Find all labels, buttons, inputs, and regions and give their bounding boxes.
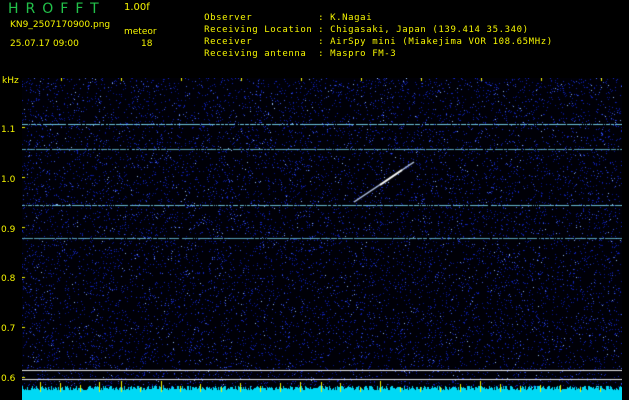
y-tick-label: 0.6 bbox=[1, 374, 16, 384]
y-tick-label: 1.0 bbox=[1, 175, 16, 185]
spectrogram-window: HROFFT 1.00f KN9_2507170900.png meteor 2… bbox=[0, 0, 629, 400]
file-name: KN9_2507170900.png bbox=[10, 20, 111, 30]
y-axis-unit: kHz bbox=[2, 76, 19, 86]
y-tick-label: 0.8 bbox=[1, 274, 16, 284]
y-tick-label: 0.9 bbox=[1, 225, 16, 235]
datetime: 25.07.17 09:00 bbox=[10, 39, 79, 49]
meteor-count: 18 bbox=[141, 39, 153, 49]
spectrogram-canvas bbox=[22, 78, 622, 400]
info-label: Receiving antenna bbox=[204, 49, 307, 59]
y-tick-label: 0.7 bbox=[1, 324, 16, 334]
y-tick-label: 1.1 bbox=[1, 125, 16, 135]
app-brand: HROFFT bbox=[8, 1, 106, 17]
info-antenna: Receiving antenna: Maspro FM-3 bbox=[204, 49, 397, 59]
app-version: 1.00f bbox=[124, 2, 150, 13]
info-value: Maspro FM-3 bbox=[330, 49, 397, 59]
mode-label: meteor bbox=[124, 27, 157, 37]
